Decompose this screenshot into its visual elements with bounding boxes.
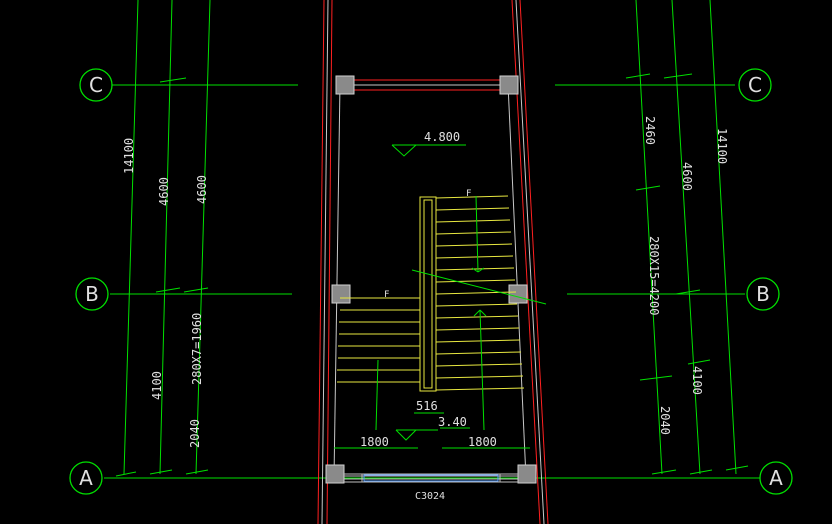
column-a-left bbox=[325, 464, 345, 484]
dim-bottom-right: 1800 bbox=[468, 435, 497, 449]
dim-left-stair: 280X7=1960 bbox=[190, 313, 204, 385]
axis-label-b-left: B bbox=[85, 282, 99, 306]
dim-right-stair: 280X15=4200 bbox=[647, 236, 661, 315]
dim-right-lower: 4100 bbox=[690, 366, 704, 395]
stair-mark-lower: F bbox=[384, 290, 389, 300]
column-b-right bbox=[508, 284, 528, 304]
stair-mark-upper: F bbox=[466, 189, 471, 199]
dim-right-total: 14100 bbox=[715, 128, 729, 164]
stair-plan-drawing: C C B B A A C3024 4.800 3.40 516 1800 18… bbox=[0, 0, 832, 524]
column-a-right bbox=[517, 464, 537, 484]
dim-right-top: 2460 bbox=[643, 116, 657, 145]
column-b-left bbox=[331, 284, 351, 304]
dim-left-lower: 4100 bbox=[150, 371, 164, 400]
axis-label-b-right: B bbox=[756, 282, 770, 306]
dim-right-bottom: 2040 bbox=[658, 406, 672, 435]
axis-label-c-left: C bbox=[89, 73, 103, 97]
level-upper: 4.800 bbox=[424, 130, 460, 144]
column-c-right bbox=[499, 75, 519, 95]
level-lower: 3.40 bbox=[438, 415, 467, 429]
dim-bottom-left: 1800 bbox=[360, 435, 389, 449]
axis-label-c-right: C bbox=[748, 73, 762, 97]
axis-label-a-left: A bbox=[79, 466, 93, 490]
dim-gap: 516 bbox=[416, 399, 438, 413]
column-c-left bbox=[335, 75, 355, 95]
dim-left-upper: 4600 bbox=[157, 177, 171, 206]
dim-left-upper2: 4600 bbox=[195, 175, 209, 204]
dim-left-total: 14100 bbox=[122, 138, 136, 174]
axis-label-a-right: A bbox=[769, 466, 783, 490]
window-label: C3024 bbox=[415, 491, 445, 502]
dim-left-bottom: 2040 bbox=[188, 419, 202, 448]
dim-right-mid: 4600 bbox=[680, 162, 694, 191]
